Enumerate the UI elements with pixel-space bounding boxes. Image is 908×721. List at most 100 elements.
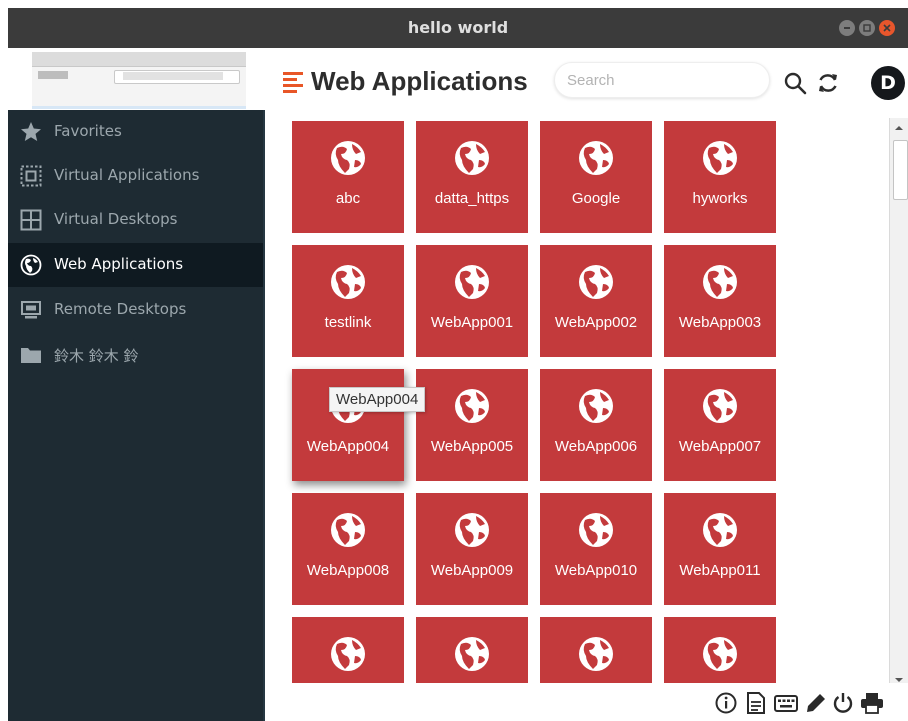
sidebar-item-label: Virtual Applications bbox=[54, 166, 200, 184]
globe-icon bbox=[20, 254, 42, 276]
page-title: Web Applications bbox=[311, 66, 528, 96]
app-tile-label: WebApp006 bbox=[554, 438, 638, 455]
browser-preview-thumbnail bbox=[32, 52, 246, 109]
scroll-up-icon[interactable] bbox=[892, 121, 906, 135]
app-tile[interactable]: WebApp006 bbox=[540, 369, 652, 481]
search-input[interactable] bbox=[554, 62, 770, 98]
globe-icon bbox=[455, 513, 489, 547]
power-icon[interactable] bbox=[832, 692, 854, 714]
tooltip: WebApp004 bbox=[329, 387, 426, 412]
globe-icon bbox=[579, 141, 613, 175]
sidebar-item-remote-desktops[interactable]: Remote Desktops bbox=[8, 288, 263, 332]
globe-icon bbox=[331, 513, 365, 547]
app-tile-label: WebApp007 bbox=[678, 438, 762, 455]
sidebar-item-label: 鈴木 鈴木 鈴 bbox=[54, 347, 139, 365]
globe-icon bbox=[579, 513, 613, 547]
app-tile[interactable] bbox=[416, 617, 528, 683]
globe-icon bbox=[331, 637, 365, 671]
globe-icon bbox=[579, 389, 613, 423]
app-tile-label: WebApp011 bbox=[679, 562, 761, 579]
app-tile[interactable] bbox=[292, 617, 404, 683]
avatar[interactable]: D bbox=[871, 66, 905, 100]
app-tile-label: WebApp004 bbox=[306, 438, 390, 455]
sidebar-item-label: Remote Desktops bbox=[54, 300, 187, 318]
app-tile[interactable]: WebApp007 bbox=[664, 369, 776, 481]
sidebar-item-label: Virtual Desktops bbox=[54, 210, 178, 228]
sidebar-item-label: Favorites bbox=[54, 122, 122, 140]
app-tile[interactable]: WebApp001 bbox=[416, 245, 528, 357]
star-icon bbox=[21, 122, 41, 141]
maximize-icon bbox=[863, 24, 871, 32]
pen-icon[interactable] bbox=[805, 692, 827, 714]
app-tile[interactable]: WebApp003 bbox=[664, 245, 776, 357]
sidebar: Favorites Virtual Applications Virtual D… bbox=[8, 110, 265, 721]
scroll-thumb[interactable] bbox=[893, 140, 908, 200]
globe-icon bbox=[455, 265, 489, 299]
close-icon bbox=[883, 24, 891, 32]
globe-icon bbox=[703, 265, 737, 299]
app-tile-label: datta_https bbox=[434, 190, 510, 207]
app-tile[interactable]: datta_https bbox=[416, 121, 528, 233]
app-tile[interactable]: WebApp009 bbox=[416, 493, 528, 605]
app-tile[interactable]: WebApp011 bbox=[664, 493, 776, 605]
maximize-button[interactable] bbox=[859, 20, 875, 36]
document-icon[interactable] bbox=[746, 692, 766, 714]
app-tile-label: hyworks bbox=[692, 190, 748, 207]
sidebar-item-virtual-applications[interactable]: Virtual Applications bbox=[8, 154, 263, 198]
app-tile-label: abc bbox=[335, 190, 361, 207]
app-tile-label: WebApp003 bbox=[678, 314, 762, 331]
app-tile-label: WebApp001 bbox=[430, 314, 514, 331]
app-tile[interactable]: hyworks bbox=[664, 121, 776, 233]
keyboard-icon[interactable] bbox=[774, 695, 798, 713]
sidebar-item-web-applications[interactable]: Web Applications bbox=[8, 243, 263, 287]
app-tile-label: testlink bbox=[324, 314, 372, 331]
title-bar: hello world bbox=[8, 8, 908, 48]
app-tile[interactable] bbox=[540, 617, 652, 683]
app-tile[interactable]: WebApp005 bbox=[416, 369, 528, 481]
app-header: Web Applications D bbox=[271, 48, 908, 118]
globe-icon bbox=[455, 141, 489, 175]
app-tile-label: WebApp005 bbox=[430, 438, 514, 455]
printer-icon[interactable] bbox=[860, 692, 884, 714]
virtual-apps-icon bbox=[20, 165, 42, 187]
preview-tab-strip bbox=[32, 52, 246, 67]
app-tile[interactable]: Google bbox=[540, 121, 652, 233]
sidebar-item-favorites[interactable]: Favorites bbox=[8, 110, 263, 154]
app-tile[interactable]: abc bbox=[292, 121, 404, 233]
globe-icon bbox=[455, 389, 489, 423]
windows-grid-icon bbox=[20, 209, 42, 231]
app-tile[interactable] bbox=[664, 617, 776, 683]
app-tile[interactable]: WebApp010 bbox=[540, 493, 652, 605]
bottom-toolbar bbox=[265, 683, 908, 721]
app-tile-label: WebApp009 bbox=[430, 562, 514, 579]
app-tile-label: WebApp002 bbox=[554, 314, 638, 331]
app-window: hello world Web Applications Search D Fa… bbox=[8, 8, 908, 721]
app-tile[interactable]: WebApp002 bbox=[540, 245, 652, 357]
app-tile-label: WebApp008 bbox=[306, 562, 390, 579]
globe-icon bbox=[703, 389, 737, 423]
globe-icon bbox=[703, 637, 737, 671]
window-title: hello world bbox=[407, 18, 509, 37]
minimize-button[interactable] bbox=[839, 20, 855, 36]
app-tile[interactable]: WebApp004 bbox=[292, 369, 404, 481]
folder-icon bbox=[21, 348, 41, 363]
globe-icon bbox=[455, 637, 489, 671]
app-tile[interactable]: WebApp008 bbox=[292, 493, 404, 605]
sidebar-item-label: Web Applications bbox=[54, 255, 184, 273]
globe-icon bbox=[579, 265, 613, 299]
app-tile-label: Google bbox=[571, 190, 621, 207]
refresh-icon[interactable] bbox=[816, 71, 840, 95]
menu-icon[interactable] bbox=[283, 72, 303, 94]
close-button[interactable] bbox=[879, 20, 895, 36]
info-icon[interactable] bbox=[715, 692, 737, 714]
sidebar-item-virtual-desktops[interactable]: Virtual Desktops bbox=[8, 198, 263, 242]
vertical-scrollbar[interactable] bbox=[889, 118, 908, 693]
globe-icon bbox=[703, 513, 737, 547]
preview-url-bar bbox=[114, 70, 240, 84]
preview-nav-buttons bbox=[38, 71, 68, 79]
globe-icon bbox=[331, 141, 365, 175]
app-tile[interactable]: testlink bbox=[292, 245, 404, 357]
app-tile-label: WebApp010 bbox=[554, 562, 638, 579]
sidebar-item-folder[interactable]: 鈴木 鈴木 鈴 bbox=[8, 333, 263, 377]
search-icon[interactable] bbox=[783, 71, 807, 95]
